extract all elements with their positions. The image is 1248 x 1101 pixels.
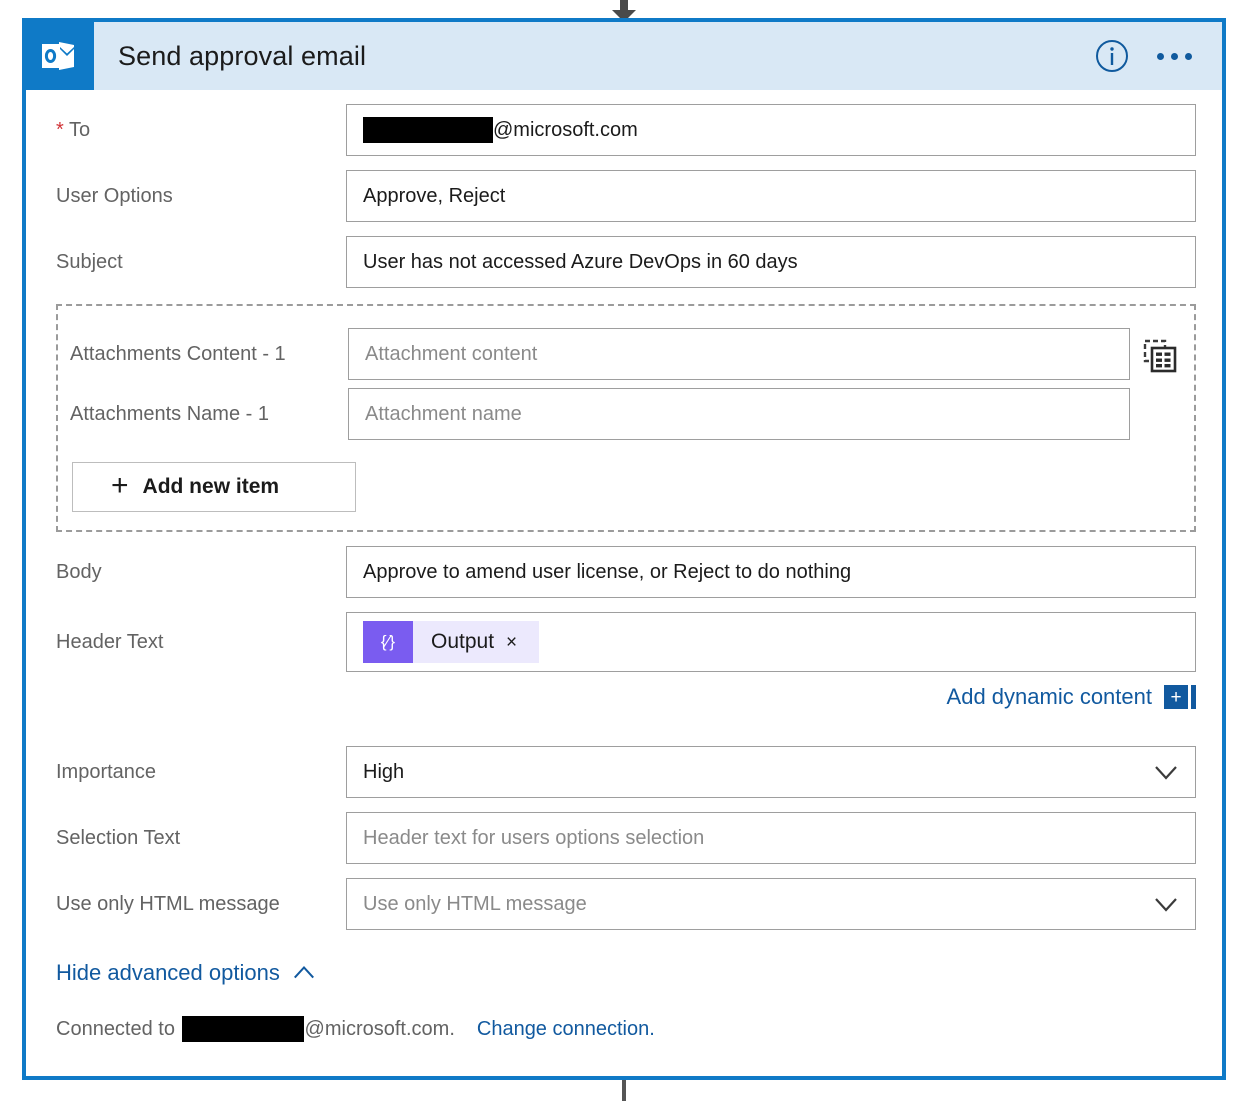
attachment-name-input[interactable]: Attachment name (348, 388, 1130, 440)
field-row-user-options: User Options Approve, Reject (26, 170, 1222, 222)
user-options-label: User Options (56, 185, 173, 207)
attachment-content-label: Attachments Content - 1 (70, 343, 286, 365)
importance-value: High (363, 760, 405, 783)
field-row-use-only-html: Use only HTML message Use only HTML mess… (26, 878, 1222, 930)
add-dynamic-content-link[interactable]: Add dynamic content (947, 684, 1152, 710)
dynamic-content-token[interactable]: {⁄} Output × (363, 621, 540, 663)
field-row-header-text: Header Text {⁄} Output × (26, 612, 1222, 672)
subject-input[interactable]: User has not accessed Azure DevOps in 60… (346, 236, 1196, 288)
body-label: Body (56, 561, 102, 583)
field-row-attachment-name: Attachments Name - 1 Attachment name (58, 388, 1194, 440)
selection-text-input[interactable]: Header text for users options selection (346, 812, 1196, 864)
token-label: Output (431, 630, 495, 653)
connection-status: Connected to @microsoft.com. Change conn… (26, 1016, 1222, 1042)
attachment-content-input[interactable]: Attachment content (348, 328, 1130, 380)
expression-icon: {⁄} (363, 621, 413, 663)
page-title: Send approval email (118, 40, 367, 71)
use-only-html-label: Use only HTML message (56, 893, 280, 915)
field-row-to: * To @microsoft.com (26, 104, 1222, 156)
field-row-attachment-content: Attachments Content - 1 Attachment conte… (58, 328, 1194, 380)
info-icon[interactable] (1095, 39, 1129, 73)
add-new-item-label: Add new item (142, 475, 280, 498)
importance-select[interactable]: High (346, 746, 1196, 798)
use-only-html-value: Use only HTML message (363, 892, 587, 915)
attachment-name-label: Attachments Name - 1 (70, 403, 269, 425)
ellipsis-icon[interactable] (1155, 43, 1194, 70)
attachments-group: Attachments Content - 1 Attachment conte… (56, 304, 1196, 532)
flow-connector-bottom (0, 1080, 1248, 1101)
to-input[interactable]: @microsoft.com (346, 104, 1196, 156)
user-options-input[interactable]: Approve, Reject (346, 170, 1196, 222)
field-row-body: Body Approve to amend user license, or R… (26, 546, 1222, 598)
use-only-html-select[interactable]: Use only HTML message (346, 878, 1196, 930)
card-body: * To @microsoft.com User Options Approve… (26, 104, 1222, 1042)
header-text-input[interactable]: {⁄} Output × (346, 612, 1196, 672)
connected-suffix: @microsoft.com. (304, 1017, 455, 1040)
vertical-line (622, 1080, 626, 1101)
to-value-suffix: @microsoft.com (493, 118, 638, 141)
icon-bar (1191, 685, 1196, 709)
chevron-down-icon (1155, 898, 1177, 912)
outlook-icon (26, 22, 94, 90)
required-asterisk: * (56, 119, 64, 141)
to-label: * To (56, 117, 346, 143)
add-dynamic-content-icon[interactable]: + (1164, 685, 1196, 709)
to-label-text: To (69, 119, 91, 141)
action-card: Send approval email * To @microsoft.com (22, 18, 1226, 1080)
card-header: Send approval email (26, 22, 1222, 90)
field-row-subject: Subject User has not accessed Azure DevO… (26, 236, 1222, 288)
switch-to-array-input-icon[interactable] (1138, 334, 1182, 378)
hide-advanced-options-toggle[interactable]: Hide advanced options (26, 960, 1222, 986)
connected-prefix: Connected to (56, 1017, 175, 1040)
header-text-label: Header Text (56, 631, 164, 653)
chevron-down-icon (1155, 766, 1177, 780)
field-row-importance: Importance High (26, 746, 1222, 798)
body-input[interactable]: Approve to amend user license, or Reject… (346, 546, 1196, 598)
chevron-up-icon (293, 965, 314, 979)
subject-label: Subject (56, 251, 123, 273)
add-dynamic-content-row: Add dynamic content + (26, 684, 1222, 710)
close-icon[interactable]: × (506, 633, 539, 652)
redaction-bar (181, 1016, 304, 1042)
selection-text-label: Selection Text (56, 827, 181, 849)
plus-icon: + (1164, 685, 1188, 709)
importance-label: Importance (56, 761, 157, 783)
hide-advanced-options-label: Hide advanced options (56, 960, 280, 985)
redaction-bar (363, 117, 493, 143)
add-new-item-button[interactable]: + Add new item (72, 462, 356, 512)
field-row-selection-text: Selection Text Header text for users opt… (26, 812, 1222, 864)
plus-icon: + (111, 468, 129, 502)
header-actions (1095, 39, 1222, 73)
change-connection-link[interactable]: Change connection. (477, 1018, 655, 1041)
